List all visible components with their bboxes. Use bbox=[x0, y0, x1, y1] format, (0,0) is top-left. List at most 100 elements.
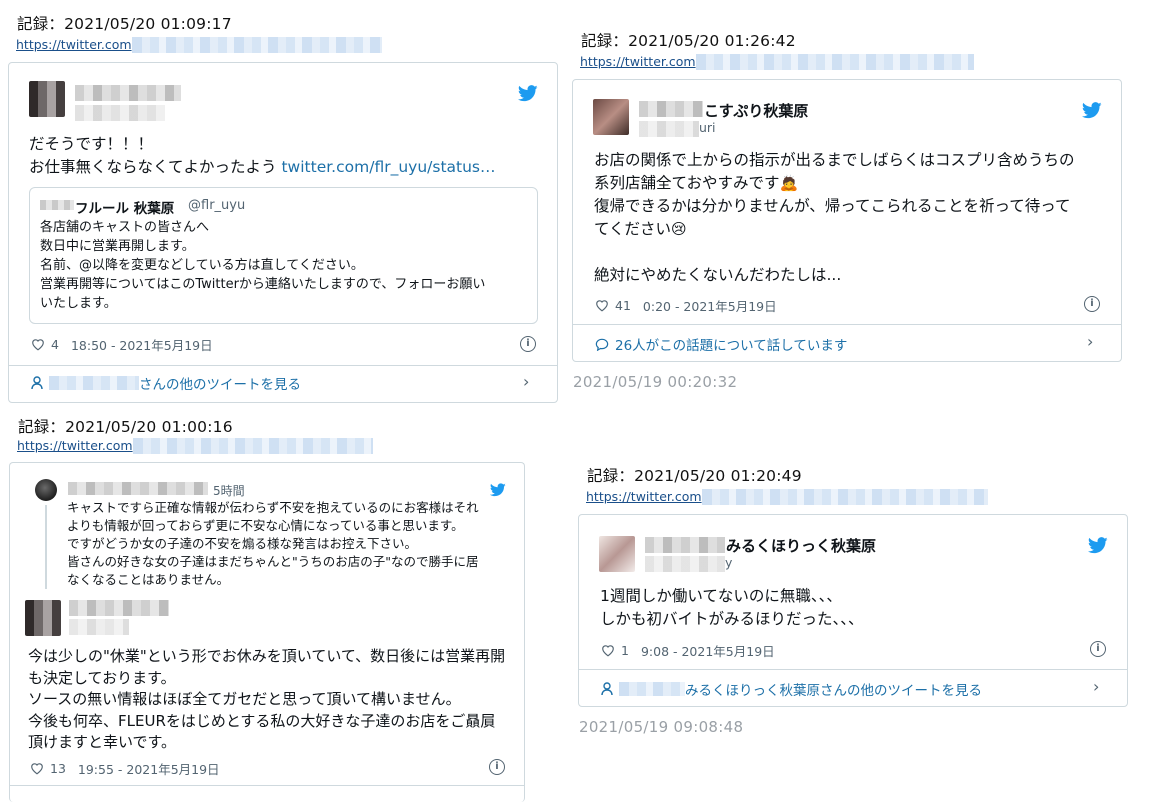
twitter-bird-icon[interactable] bbox=[1088, 537, 1108, 554]
conversation-link[interactable]: 26人がこの話題について話しています bbox=[595, 334, 847, 354]
thread-line bbox=[45, 505, 47, 589]
chevron-right-icon[interactable]: › bbox=[523, 372, 529, 391]
info-icon[interactable]: i bbox=[520, 336, 536, 352]
record-timestamp: 記録：2021/05/20 01:20:49 bbox=[587, 467, 802, 485]
tweet-line: だそうです！！！ bbox=[29, 135, 154, 153]
tweet-line: てください😢 bbox=[594, 218, 1075, 241]
reply-line: キャストですら正確な情報が伝わらず不安を抱えているのにお客様はそれ bbox=[67, 500, 479, 515]
divider bbox=[9, 365, 557, 366]
crying-emoji-icon: 😢 bbox=[671, 220, 687, 238]
more-tweets-label: みるくほりっく秋葉原さんの他のツイートを見る bbox=[685, 683, 982, 699]
user-icon bbox=[601, 682, 613, 696]
tweet-meta: 41 0:20 - 2021年5月19日 bbox=[595, 296, 777, 315]
tweet-card: だそうです！！！ お仕事無くならなくてよかったよう twitter.com/fl… bbox=[8, 62, 558, 403]
tweet-line: しかも初バイトがみるほりだった、、、 bbox=[600, 610, 864, 628]
divider bbox=[10, 785, 524, 786]
reply-line: なくなることはありません。 bbox=[67, 572, 230, 587]
more-tweets-link[interactable]: さんの他のツイートを見る bbox=[31, 373, 301, 393]
redacted-url bbox=[695, 53, 974, 70]
heart-icon[interactable] bbox=[595, 299, 609, 312]
redacted-name bbox=[49, 376, 139, 390]
tweet-time[interactable]: 18:50 - 2021年5月19日 bbox=[71, 335, 213, 354]
tweet-text: 1週間しか働いてないのに無職、、、 しかも初バイトがみるほりだった、、、 bbox=[600, 585, 864, 631]
more-tweets-label: さんの他のツイートを見る bbox=[139, 377, 301, 393]
like-count: 41 bbox=[615, 298, 631, 313]
like-count: 13 bbox=[50, 761, 66, 776]
redacted-name bbox=[619, 682, 685, 696]
redacted-handle bbox=[75, 105, 165, 121]
info-icon[interactable]: i bbox=[1090, 641, 1106, 657]
like-count: 4 bbox=[51, 337, 59, 352]
tweet-url-text[interactable]: https://twitter.com bbox=[16, 37, 132, 52]
redacted-handle bbox=[645, 556, 725, 572]
record-timestamp: 記録：2021/05/20 01:26:42 bbox=[581, 32, 796, 50]
tweet-line: 1週間しか働いてないのに無職、、、 bbox=[600, 587, 842, 605]
tweet-time[interactable]: 9:08 - 2021年5月19日 bbox=[641, 641, 775, 660]
heart-icon[interactable] bbox=[601, 644, 615, 657]
tweet-url-text[interactable]: https://twitter.com bbox=[17, 438, 133, 453]
tweet-url[interactable]: https://twitter.com bbox=[16, 34, 382, 53]
record-timestamp: 記録：2021/05/20 01:09:17 bbox=[17, 15, 232, 33]
redacted-name bbox=[645, 537, 725, 553]
tweet-url[interactable]: https://twitter.com bbox=[586, 486, 988, 505]
redacted-name bbox=[40, 200, 74, 210]
tweet-time[interactable]: 19:55 - 2021年5月19日 bbox=[78, 759, 220, 778]
quote-line: 営業再開等についてはこのTwitterから連絡いたしますので、フォローお願い bbox=[40, 277, 486, 292]
tweet-url-text[interactable]: https://twitter.com bbox=[586, 489, 702, 504]
divider bbox=[573, 324, 1121, 325]
tweet-url[interactable]: https://twitter.com bbox=[17, 435, 373, 454]
quote-author-handle: @flr_uyu bbox=[188, 198, 246, 213]
quote-line: 各店舗のキャストの皆さんへ bbox=[40, 220, 210, 235]
divider bbox=[579, 669, 1127, 670]
tweet-line: 今後も何卒、FLEURをはじめとする私の大好きな子達のお店をご贔屓 bbox=[28, 711, 496, 730]
conversation-label: 26人がこの話題について話しています bbox=[615, 338, 848, 354]
twitter-bird-icon[interactable] bbox=[1082, 102, 1102, 119]
tweet-time[interactable]: 0:20 - 2021年5月19日 bbox=[643, 296, 777, 315]
like-count: 1 bbox=[621, 643, 629, 658]
tweet-link[interactable]: twitter.com/flr_uyu/status… bbox=[281, 158, 495, 176]
info-icon[interactable]: i bbox=[489, 759, 505, 775]
twitter-bird-icon[interactable] bbox=[490, 483, 506, 497]
tweet-url-text[interactable]: https://twitter.com bbox=[580, 54, 696, 69]
author-handle: y bbox=[725, 555, 733, 570]
reply-line: ですがどうか女の子達の不安を煽る様な発言はお控え下さい。 bbox=[67, 536, 418, 551]
tweet-line: も決定しております。 bbox=[28, 668, 176, 687]
quote-line: いたします。 bbox=[40, 296, 117, 311]
chevron-right-icon[interactable]: › bbox=[1093, 677, 1099, 696]
tweet-card: こすぷり秋葉原 uri お店の関係で上からの指示が出るまでしばらくはコスプリ含め… bbox=[572, 79, 1122, 362]
avatar bbox=[25, 600, 61, 636]
chevron-right-icon[interactable]: › bbox=[1087, 332, 1093, 351]
tweet-line: お店の関係で上からの指示が出るまでしばらくはコスプリ含めうちの bbox=[594, 151, 1075, 169]
quote-line: 名前、@以降を変更などしている方は直してください。 bbox=[40, 258, 364, 273]
tweet-line: ソースの無い情報はほぼ全てガセだと思って頂いて構いません。 bbox=[28, 690, 461, 708]
reply-parent-text: キャストですら正確な情報が伝わらず不安を抱えているのにお客様はそれ よりも情報が… bbox=[67, 499, 479, 589]
tweet-text: だそうです！！！ お仕事無くならなくてよかったよう twitter.com/fl… bbox=[29, 133, 496, 179]
tweet-line: 復帰できるかは分かりませんが、帰ってこられることを祈って待って bbox=[594, 197, 1071, 215]
author-name: みるくほりっく秋葉原 bbox=[726, 537, 877, 555]
quote-author-name: フルール 秋葉原 bbox=[75, 201, 175, 217]
info-icon[interactable]: i bbox=[1084, 296, 1100, 312]
redacted-name bbox=[68, 482, 208, 495]
twitter-bird-icon[interactable] bbox=[518, 85, 538, 102]
heart-icon[interactable] bbox=[30, 762, 44, 775]
record-timestamp: 記録：2021/05/20 01:00:16 bbox=[18, 418, 233, 436]
tweet-line: 系列店舗全ておやすみです🙇 bbox=[594, 172, 1075, 195]
redacted-url bbox=[131, 36, 382, 53]
quoted-tweet[interactable]: フルール 秋葉原 @flr_uyu 各店舗のキャストの皆さんへ 数日中に営業再開… bbox=[29, 187, 538, 324]
tweet-url[interactable]: https://twitter.com bbox=[580, 51, 974, 70]
tweet-line: お仕事無くならなくてよかったよう twitter.com/flr_uyu/sta… bbox=[29, 158, 496, 176]
capture-timestamp: 2021/05/19 09:08:48 bbox=[579, 718, 744, 736]
avatar bbox=[29, 81, 65, 117]
tweet-line: 頂けますと幸いです。 bbox=[28, 733, 177, 751]
more-tweets-link[interactable]: みるくほりっく秋葉原さんの他のツイートを見る bbox=[601, 679, 982, 699]
redacted-url bbox=[132, 437, 373, 454]
reply-line: 皆さんの好きな女の子達はまだちゃんと"うちのお店の子"なので勝手に居 bbox=[67, 554, 479, 569]
tweet-card: みるくほりっく秋葉原 y 1週間しか働いてないのに無職、、、 しかも初バイトがみ… bbox=[578, 514, 1128, 707]
heart-icon[interactable] bbox=[31, 338, 45, 351]
tweet-meta: 13 19:55 - 2021年5月19日 bbox=[30, 759, 220, 778]
tweet-meta: 4 18:50 - 2021年5月19日 bbox=[31, 335, 213, 354]
sleeping-emoji-icon: 🙇 bbox=[779, 174, 799, 192]
speech-bubble-icon bbox=[595, 338, 609, 351]
avatar bbox=[599, 536, 635, 572]
tweet-text: お店の関係で上からの指示が出るまでしばらくはコスプリ含めうちの 系列店舗全ておや… bbox=[594, 149, 1075, 287]
